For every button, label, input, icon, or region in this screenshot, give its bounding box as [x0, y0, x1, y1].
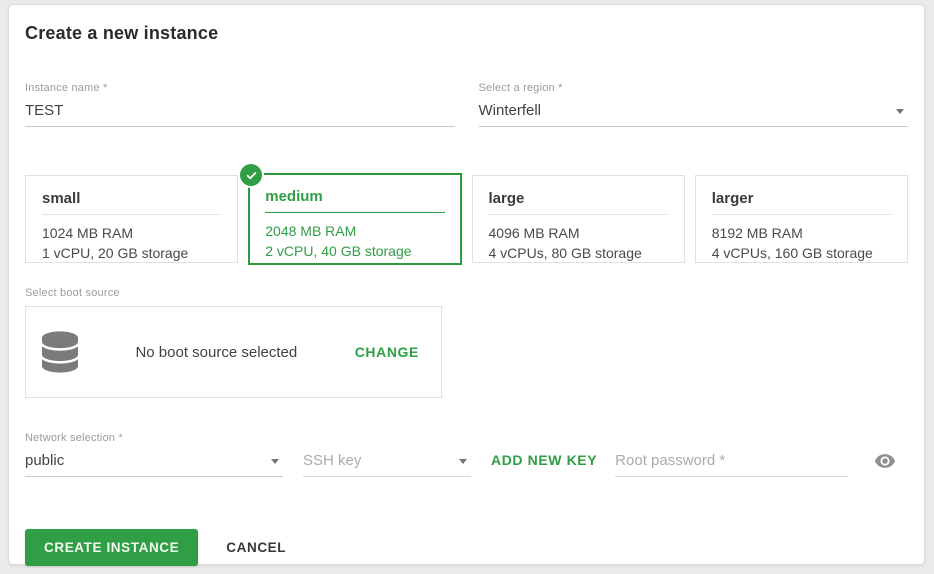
- cancel-button[interactable]: CANCEL: [226, 540, 286, 555]
- network-row: Network selection * public SSH key ADD N…: [25, 432, 908, 477]
- boot-source-label: Select boot source: [25, 287, 120, 299]
- flavor-ram: 8192 MB RAM: [712, 223, 891, 243]
- create-instance-button[interactable]: CREATE INSTANCE: [25, 529, 198, 566]
- region-value: Winterfell: [479, 100, 909, 127]
- boot-source-box: No boot source selected CHANGE: [25, 306, 442, 398]
- flavor-name: small: [42, 190, 221, 215]
- dialog-footer: CREATE INSTANCE CANCEL: [25, 529, 908, 566]
- flavor-card-small[interactable]: small 1024 MB RAM 1 vCPU, 20 GB storage: [25, 175, 238, 263]
- name-region-row: Instance name * Select a region * Winter…: [25, 82, 908, 127]
- root-password-field: [615, 450, 848, 477]
- flavor-ram: 1024 MB RAM: [42, 223, 221, 243]
- region-label: Select a region *: [479, 82, 909, 94]
- instance-name-label: Instance name *: [25, 82, 455, 94]
- flavor-name: large: [489, 190, 668, 215]
- chevron-down-icon: [459, 459, 467, 464]
- network-select[interactable]: Network selection * public: [25, 432, 283, 477]
- region-select[interactable]: Select a region * Winterfell: [479, 82, 909, 127]
- chevron-down-icon: [896, 109, 904, 114]
- change-boot-source-button[interactable]: CHANGE: [355, 344, 419, 360]
- ssh-key-select[interactable]: SSH key: [303, 450, 471, 477]
- create-instance-dialog: Create a new instance Instance name * Se…: [8, 4, 925, 565]
- flavor-card-medium[interactable]: medium 2048 MB RAM 2 vCPU, 40 GB storage: [248, 173, 461, 265]
- chevron-down-icon: [271, 459, 279, 464]
- flavor-specs: 1 vCPU, 20 GB storage: [42, 243, 221, 263]
- network-value: public: [25, 450, 283, 477]
- root-password-input[interactable]: [615, 450, 848, 477]
- page-title: Create a new instance: [25, 23, 908, 44]
- flavor-ram: 4096 MB RAM: [489, 223, 668, 243]
- flavor-cards-row: small 1024 MB RAM 1 vCPU, 20 GB storage …: [25, 175, 908, 265]
- instance-name-field: Instance name *: [25, 82, 455, 127]
- flavor-specs: 4 vCPUs, 160 GB storage: [712, 243, 891, 263]
- flavor-ram: 2048 MB RAM: [265, 221, 444, 241]
- database-icon: [42, 331, 78, 373]
- add-new-key-button[interactable]: ADD NEW KEY: [491, 452, 597, 468]
- root-password-group: [615, 450, 908, 477]
- instance-name-input[interactable]: [25, 100, 455, 127]
- network-label: Network selection *: [25, 432, 283, 444]
- flavor-specs: 2 vCPU, 40 GB storage: [265, 241, 444, 261]
- flavor-name: medium: [265, 188, 444, 213]
- boot-source-status: No boot source selected: [78, 344, 355, 361]
- flavor-card-larger[interactable]: larger 8192 MB RAM 4 vCPUs, 160 GB stora…: [695, 175, 908, 263]
- eye-icon[interactable]: [872, 450, 898, 472]
- flavor-card-large[interactable]: large 4096 MB RAM 4 vCPUs, 80 GB storage: [472, 175, 685, 263]
- ssh-key-placeholder: SSH key: [303, 450, 471, 477]
- check-icon: [240, 164, 262, 186]
- boot-source-section: Select boot source No boot source select…: [25, 283, 908, 398]
- flavor-name: larger: [712, 190, 891, 215]
- flavor-specs: 4 vCPUs, 80 GB storage: [489, 243, 668, 263]
